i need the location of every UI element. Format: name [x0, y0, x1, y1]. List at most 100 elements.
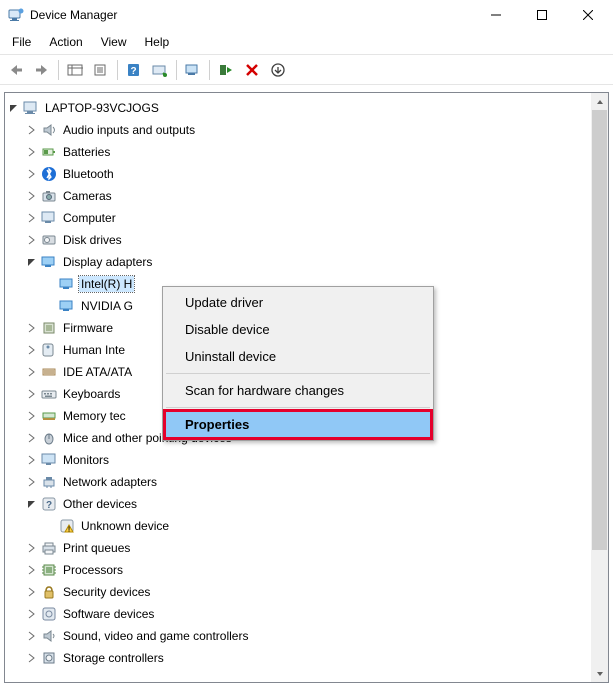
- computer-icon: [40, 209, 58, 227]
- chevron-right-icon[interactable]: [25, 409, 39, 423]
- chevron-right-icon[interactable]: [25, 453, 39, 467]
- chevron-right-icon[interactable]: [25, 563, 39, 577]
- tree-item-bluetooth[interactable]: Bluetooth: [7, 163, 606, 185]
- chevron-right-icon[interactable]: [25, 541, 39, 555]
- toolbar-separator: [58, 60, 59, 80]
- tree-label: Print queues: [61, 540, 132, 556]
- hid-icon: [40, 341, 58, 359]
- enable-device-toolbar-button[interactable]: [214, 58, 238, 82]
- svg-text:!: !: [68, 527, 70, 534]
- ctx-disable-device[interactable]: Disable device: [165, 316, 431, 343]
- tree-label: Network adapters: [61, 474, 159, 490]
- tree-label: NVIDIA G: [79, 298, 135, 314]
- tree-item-network[interactable]: Network adapters: [7, 471, 606, 493]
- ide-icon: [40, 363, 58, 381]
- disable-device-toolbar-button[interactable]: [266, 58, 290, 82]
- uninstall-device-toolbar-button[interactable]: [240, 58, 264, 82]
- vertical-scrollbar[interactable]: [591, 93, 608, 682]
- chevron-none: [43, 519, 57, 533]
- minimize-button[interactable]: [473, 0, 519, 30]
- maximize-button[interactable]: [519, 0, 565, 30]
- tree-item-display-adapters[interactable]: Display adapters: [7, 251, 606, 273]
- ctx-uninstall-device[interactable]: Uninstall device: [165, 343, 431, 370]
- chevron-down-icon[interactable]: [7, 101, 21, 115]
- update-driver-toolbar-button[interactable]: [148, 58, 172, 82]
- monitor-icon: [40, 451, 58, 469]
- software-icon: [40, 605, 58, 623]
- chevron-right-icon[interactable]: [25, 321, 39, 335]
- display-adapter-icon: [58, 297, 76, 315]
- ctx-properties[interactable]: Properties: [165, 411, 431, 438]
- menu-view[interactable]: View: [93, 32, 135, 52]
- tree-item-other[interactable]: ? Other devices: [7, 493, 606, 515]
- tree-label: Firmware: [61, 320, 115, 336]
- help-toolbar-button[interactable]: ?: [122, 58, 146, 82]
- tree-item-computer[interactable]: Computer: [7, 207, 606, 229]
- title-bar: Device Manager: [0, 0, 613, 30]
- tree-label: Audio inputs and outputs: [61, 122, 197, 138]
- scroll-down-button[interactable]: [591, 665, 608, 682]
- tree-item-disk-drives[interactable]: Disk drives: [7, 229, 606, 251]
- chevron-right-icon[interactable]: [25, 167, 39, 181]
- scrollbar-track[interactable]: [591, 110, 608, 665]
- chevron-none: [43, 277, 57, 291]
- chevron-right-icon[interactable]: [25, 387, 39, 401]
- tree-label: IDE ATA/ATA: [61, 364, 134, 380]
- menu-help[interactable]: Help: [137, 32, 178, 52]
- chevron-right-icon[interactable]: [25, 651, 39, 665]
- chevron-right-icon[interactable]: [25, 585, 39, 599]
- tree-item-sound[interactable]: Sound, video and game controllers: [7, 625, 606, 647]
- tree-label: LAPTOP-93VCJOGS: [43, 100, 161, 116]
- computer-icon: [22, 99, 40, 117]
- tree-item-batteries[interactable]: Batteries: [7, 141, 606, 163]
- back-button[interactable]: [4, 58, 28, 82]
- tree-item-security[interactable]: Security devices: [7, 581, 606, 603]
- tree-label: Human Inte: [61, 342, 127, 358]
- close-button[interactable]: [565, 0, 611, 30]
- chevron-right-icon[interactable]: [25, 431, 39, 445]
- scan-hardware-toolbar-button[interactable]: [181, 58, 205, 82]
- tree-item-storage[interactable]: Storage controllers: [7, 647, 606, 669]
- printer-icon: [40, 539, 58, 557]
- context-menu: Update driver Disable device Uninstall d…: [162, 286, 434, 441]
- chevron-right-icon[interactable]: [25, 233, 39, 247]
- chevron-right-icon[interactable]: [25, 607, 39, 621]
- forward-button[interactable]: [30, 58, 54, 82]
- chevron-down-icon[interactable]: [25, 497, 39, 511]
- chevron-right-icon[interactable]: [25, 629, 39, 643]
- chevron-right-icon[interactable]: [25, 145, 39, 159]
- tree-item-processors[interactable]: Processors: [7, 559, 606, 581]
- mouse-icon: [40, 429, 58, 447]
- ctx-scan-hardware[interactable]: Scan for hardware changes: [165, 377, 431, 404]
- ctx-update-driver[interactable]: Update driver: [165, 289, 431, 316]
- chevron-right-icon[interactable]: [25, 475, 39, 489]
- chevron-right-icon[interactable]: [25, 189, 39, 203]
- chevron-right-icon[interactable]: [25, 365, 39, 379]
- tree-root[interactable]: LAPTOP-93VCJOGS: [7, 97, 606, 119]
- bluetooth-icon: [40, 165, 58, 183]
- scrollbar-thumb[interactable]: [592, 110, 607, 550]
- show-hide-tree-button[interactable]: [63, 58, 87, 82]
- chevron-right-icon[interactable]: [25, 343, 39, 357]
- scroll-up-button[interactable]: [591, 93, 608, 110]
- tree-item-unknown[interactable]: ! Unknown device: [7, 515, 606, 537]
- tree-item-print-queues[interactable]: Print queues: [7, 537, 606, 559]
- toolbar: ?: [0, 55, 613, 85]
- tree-item-cameras[interactable]: Cameras: [7, 185, 606, 207]
- menu-file[interactable]: File: [4, 32, 39, 52]
- chevron-down-icon[interactable]: [25, 255, 39, 269]
- tree-item-software-devices[interactable]: Software devices: [7, 603, 606, 625]
- disk-icon: [40, 231, 58, 249]
- chevron-right-icon[interactable]: [25, 211, 39, 225]
- memory-icon: [40, 407, 58, 425]
- tree-item-audio[interactable]: Audio inputs and outputs: [7, 119, 606, 141]
- chevron-right-icon[interactable]: [25, 123, 39, 137]
- ctx-properties-label: Properties: [185, 417, 249, 432]
- toolbar-separator: [176, 60, 177, 80]
- properties-toolbar-button[interactable]: [89, 58, 113, 82]
- svg-text:?: ?: [130, 66, 136, 77]
- menu-action[interactable]: Action: [41, 32, 90, 52]
- unknown-device-icon: !: [58, 517, 76, 535]
- display-adapter-icon: [40, 253, 58, 271]
- tree-item-monitors[interactable]: Monitors: [7, 449, 606, 471]
